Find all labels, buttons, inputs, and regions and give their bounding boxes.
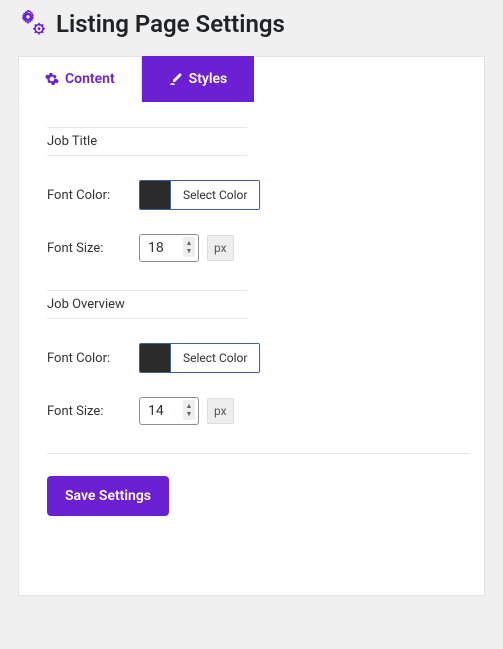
select-color-button[interactable]: Select Color — [170, 344, 259, 372]
page-header: Listing Page Settings — [18, 10, 485, 38]
label-font-color: Font Color: — [47, 351, 139, 366]
gear-icon — [45, 72, 59, 86]
section-heading-job-overview: Job Overview — [47, 290, 247, 319]
row-job-overview-font-color: Font Color: Select Color — [47, 343, 470, 373]
color-picker-job-overview[interactable]: Select Color — [139, 343, 260, 373]
color-swatch — [140, 181, 170, 209]
row-job-title-font-color: Font Color: Select Color — [47, 180, 470, 210]
label-font-color: Font Color: — [47, 188, 139, 203]
unit-label: px — [207, 235, 234, 261]
tabs: Content Styles — [18, 56, 254, 102]
settings-panel: Content Styles Job Title Font Color: — [18, 56, 485, 596]
section-job-overview: Job Overview Font Color: Select Color Fo… — [47, 290, 470, 425]
chevron-down-icon[interactable]: ▼ — [186, 247, 193, 255]
save-button[interactable]: Save Settings — [47, 476, 169, 516]
label-font-size: Font Size: — [47, 404, 139, 419]
row-job-overview-font-size: Font Size: ▲ ▼ px — [47, 397, 470, 425]
tab-content[interactable]: Content — [18, 56, 142, 102]
chevron-down-icon[interactable]: ▼ — [186, 410, 193, 418]
tab-content-label: Content — [65, 71, 115, 87]
gears-icon — [18, 10, 46, 38]
chevron-up-icon[interactable]: ▲ — [186, 402, 193, 410]
tab-styles[interactable]: Styles — [142, 56, 255, 102]
unit-label: px — [207, 398, 234, 424]
color-swatch — [140, 344, 170, 372]
label-font-size: Font Size: — [47, 241, 139, 256]
section-heading-job-title: Job Title — [47, 127, 247, 156]
panel-body: Job Title Font Color: Select Color Font … — [19, 57, 484, 538]
section-job-title: Job Title Font Color: Select Color Font … — [47, 127, 470, 262]
row-job-title-font-size: Font Size: ▲ ▼ px — [47, 234, 470, 262]
chevron-up-icon[interactable]: ▲ — [186, 239, 193, 247]
font-size-input-wrap: ▲ ▼ — [139, 397, 199, 425]
brush-icon — [169, 72, 183, 86]
number-spinner[interactable]: ▲ ▼ — [183, 237, 195, 257]
font-size-input-wrap: ▲ ▼ — [139, 234, 199, 262]
divider — [47, 453, 470, 454]
number-spinner[interactable]: ▲ ▼ — [183, 400, 195, 420]
color-picker-job-title[interactable]: Select Color — [139, 180, 260, 210]
select-color-button[interactable]: Select Color — [170, 181, 259, 209]
tab-styles-label: Styles — [189, 71, 228, 87]
page-title: Listing Page Settings — [56, 10, 285, 38]
